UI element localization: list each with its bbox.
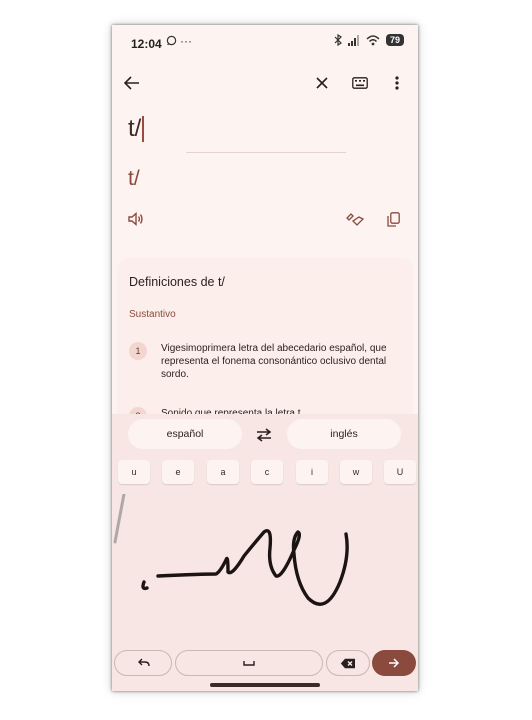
backspace-icon <box>340 658 355 668</box>
undo-key[interactable] <box>114 650 172 676</box>
whatsapp-icon <box>166 35 177 49</box>
keyboard-icon <box>352 77 368 89</box>
clear-button[interactable] <box>310 71 334 95</box>
status-bar: 12:04 ··· 79 <box>112 25 418 61</box>
signal-icon <box>347 34 359 46</box>
more-vert-icon <box>395 76 399 90</box>
suggestion-key[interactable]: U <box>384 460 416 484</box>
space-icon <box>243 661 255 666</box>
text-cursor <box>142 116 144 142</box>
swap-icon <box>256 428 272 442</box>
keyboard-button[interactable] <box>348 71 372 95</box>
wifi-icon <box>366 34 380 45</box>
keyboard-bottom-row <box>112 650 418 678</box>
handwriting-stroke <box>141 529 349 606</box>
language-selector: español inglés <box>112 419 418 451</box>
stylus-pen <box>113 494 126 544</box>
status-time: 12:04 <box>131 37 162 51</box>
suggestion-key[interactable]: u <box>118 460 150 484</box>
translation-result: t/ <box>128 167 140 190</box>
close-icon <box>316 77 328 89</box>
battery-icon: 79 <box>385 34 404 46</box>
suggestion-key[interactable]: c <box>251 460 283 484</box>
swap-languages-button[interactable] <box>252 423 276 447</box>
handwriting-keyboard: español inglés u e a c i w U <box>112 414 418 691</box>
definition-text: Vigesimoprimera letra del abecedario esp… <box>161 343 387 380</box>
undo-icon <box>137 658 150 667</box>
target-language-button[interactable]: inglés <box>287 419 401 449</box>
listen-button[interactable] <box>124 207 148 231</box>
definition-item: 1 Vigesimoprimera letra del abecedario e… <box>129 342 396 381</box>
suggestion-key[interactable]: e <box>162 460 194 484</box>
suggestion-key[interactable]: w <box>340 460 372 484</box>
top-toolbar <box>112 71 418 101</box>
definitions-card: Definiciones de t/ Sustantivo 1 Vigesimo… <box>117 258 413 438</box>
input-divider <box>186 152 346 153</box>
suggestion-key[interactable]: i <box>296 460 328 484</box>
suggestion-key[interactable]: a <box>207 460 239 484</box>
more-options-button[interactable] <box>385 71 409 95</box>
phone-screen: 12:04 ··· 79 t/ t/ Definiciones de t/ Su… <box>112 25 418 691</box>
space-key[interactable] <box>175 650 323 676</box>
bluetooth-icon <box>334 34 342 46</box>
handwriting-canvas[interactable] <box>112 494 418 644</box>
definition-number: 1 <box>129 342 147 360</box>
definitions-title: Definiciones de t/ <box>129 275 225 289</box>
enter-button[interactable] <box>372 650 416 676</box>
source-text-input[interactable]: t/ <box>128 115 144 143</box>
arrow-right-icon <box>389 658 400 668</box>
more-notifications-icon: ··· <box>180 34 192 48</box>
backspace-key[interactable] <box>326 650 370 676</box>
status-right-icons: 79 <box>334 34 404 46</box>
gesture-nav-bar[interactable] <box>210 683 320 687</box>
source-text: t/ <box>128 115 142 142</box>
arrow-left-icon <box>124 76 139 90</box>
rate-translation-icon <box>346 213 364 226</box>
feedback-button[interactable] <box>343 207 367 231</box>
result-actions <box>112 207 418 231</box>
copy-icon <box>386 211 400 227</box>
handwriting-suggestions: u e a c i w U <box>112 460 418 486</box>
source-language-button[interactable]: español <box>128 419 242 449</box>
back-button[interactable] <box>120 71 144 95</box>
part-of-speech: Sustantivo <box>129 309 176 320</box>
copy-button[interactable] <box>381 207 405 231</box>
speaker-icon <box>128 212 143 226</box>
